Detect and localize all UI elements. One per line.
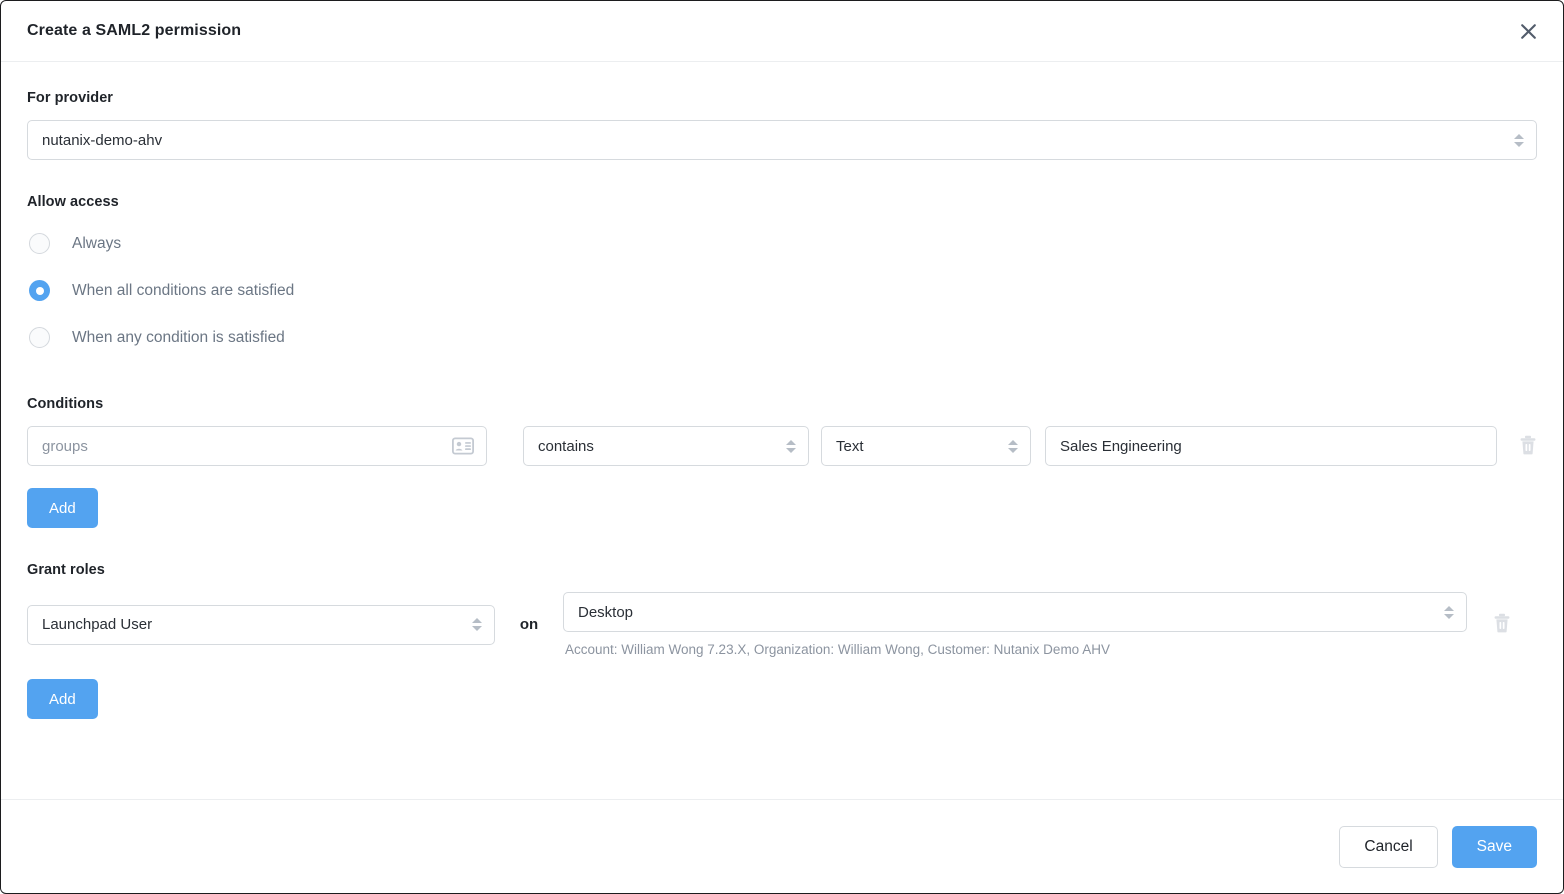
radio-indicator xyxy=(29,233,50,254)
radio-label: When all conditions are satisfied xyxy=(72,281,295,299)
radio-label: When any condition is satisfied xyxy=(72,328,285,346)
radio-label: Always xyxy=(72,234,122,252)
chevron-updown-icon xyxy=(1008,437,1018,455)
contact-card-icon[interactable] xyxy=(451,437,475,455)
condition-value-text: Sales Engineering xyxy=(1060,437,1182,455)
condition-attribute-value: groups xyxy=(42,437,88,455)
target-select[interactable]: Desktop xyxy=(563,592,1467,632)
save-button[interactable]: Save xyxy=(1451,825,1537,868)
condition-operator-value: contains xyxy=(538,437,594,455)
provider-select[interactable]: nutanix-demo-ahv xyxy=(27,120,1537,160)
target-select-value: Desktop xyxy=(578,603,634,621)
dialog-footer: Cancel Save xyxy=(1,799,1563,893)
condition-operator-select[interactable]: contains xyxy=(523,426,809,466)
trash-icon xyxy=(1493,613,1511,636)
radio-option-always[interactable]: Always xyxy=(27,220,1537,267)
cancel-button[interactable]: Cancel xyxy=(1339,825,1438,868)
allow-access-label: Allow access xyxy=(27,194,119,210)
allow-access-radio-group: Always When all conditions are satisfied… xyxy=(27,220,1537,361)
target-account-note: Account: William Wong 7.23.X, Organizati… xyxy=(565,642,1110,657)
condition-value-type-select[interactable]: Text xyxy=(821,426,1031,466)
add-condition-button[interactable]: Add xyxy=(27,488,98,528)
role-select[interactable]: Launchpad User xyxy=(27,604,495,645)
provider-select-value: nutanix-demo-ahv xyxy=(42,131,163,149)
conditions-label: Conditions xyxy=(27,396,104,412)
condition-attribute-input[interactable]: groups xyxy=(27,426,487,466)
create-saml2-permission-dialog: Create a SAML2 permission For provider n… xyxy=(0,0,1564,894)
delete-condition-button[interactable] xyxy=(1519,433,1537,459)
chevron-updown-icon xyxy=(786,437,796,455)
add-grant-role-button[interactable]: Add xyxy=(27,679,98,719)
dialog-body: For provider nutanix-demo-ahv Allow acce… xyxy=(1,62,1563,799)
dialog-header: Create a SAML2 permission xyxy=(1,1,1563,62)
page-title: Create a SAML2 permission xyxy=(27,22,242,39)
delete-grant-role-button[interactable] xyxy=(1489,612,1515,638)
trash-icon xyxy=(1519,435,1537,458)
condition-value-type-value: Text xyxy=(836,437,864,455)
conjunction-label: on xyxy=(519,616,539,633)
chevron-updown-icon xyxy=(1514,131,1524,149)
grant-roles-label: Grant roles xyxy=(27,562,105,578)
close-icon xyxy=(1520,23,1537,40)
close-button[interactable] xyxy=(1515,18,1541,44)
radio-indicator-selected xyxy=(29,280,50,301)
for-provider-label: For provider xyxy=(27,90,113,106)
radio-option-all-conditions[interactable]: When all conditions are satisfied xyxy=(27,267,1537,314)
grant-role-row: Launchpad User on Desktop Account: Willi… xyxy=(27,592,1537,657)
radio-option-any-condition[interactable]: When any condition is satisfied xyxy=(27,314,1537,361)
grant-target-group: Desktop Account: William Wong 7.23.X, Or… xyxy=(563,592,1467,657)
chevron-updown-icon xyxy=(1444,603,1454,621)
chevron-updown-icon xyxy=(472,616,482,634)
radio-indicator xyxy=(29,327,50,348)
condition-row: groups contains Text Sales Engineering xyxy=(27,426,1537,466)
condition-value-input[interactable]: Sales Engineering xyxy=(1045,426,1497,466)
role-select-value: Launchpad User xyxy=(42,616,153,633)
